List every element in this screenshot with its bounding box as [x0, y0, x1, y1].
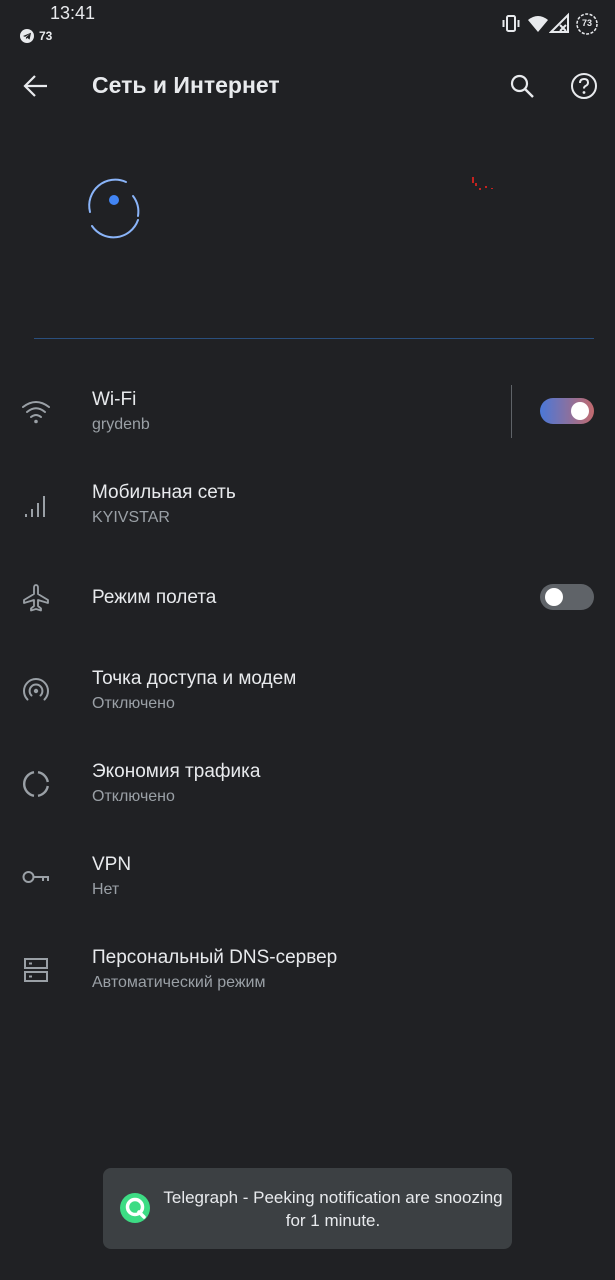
- setting-hotspot[interactable]: Точка доступа и модем Отключено: [0, 644, 615, 737]
- header-divider: [34, 338, 594, 339]
- setting-summary: Отключено: [92, 695, 175, 712]
- setting-summary: grydenb: [92, 416, 150, 433]
- toggle-thumb: [571, 402, 589, 420]
- status-icons: 73: [501, 12, 601, 36]
- setting-data-saver[interactable]: Экономия трафика Отключено: [0, 737, 615, 830]
- setting-title: Мобильная сеть: [92, 482, 236, 503]
- divider: [511, 385, 512, 438]
- page-title: Сеть и Интернет: [92, 72, 280, 98]
- loading-spinner-icon: [88, 177, 493, 239]
- back-arrow-icon: [23, 75, 47, 97]
- toggle-thumb: [545, 588, 563, 606]
- setting-wifi[interactable]: Wi-Fi grydenb: [0, 365, 615, 458]
- notification-count: 73: [39, 29, 53, 43]
- telegram-icon: [20, 29, 34, 43]
- search-button[interactable]: [498, 62, 546, 110]
- setting-mobile-network[interactable]: Мобильная сеть KYIVSTAR: [0, 458, 615, 551]
- toast-message: Telegraph - Peeking notification are sno…: [163, 1187, 503, 1230]
- vibrate-icon: [502, 15, 520, 32]
- wifi-icon: [528, 16, 548, 32]
- setting-title: VPN: [92, 854, 132, 875]
- back-button[interactable]: [12, 62, 60, 110]
- app-icon: [120, 1193, 150, 1223]
- battery-level: 73: [581, 18, 592, 28]
- data-saver-icon: [22, 770, 49, 797]
- setting-summary: KYIVSTAR: [92, 509, 170, 526]
- setting-title: Экономия трафика: [92, 761, 261, 782]
- airplane-icon: [23, 583, 49, 611]
- setting-private-dns[interactable]: Персональный DNS-сервер Автоматический р…: [0, 923, 615, 1016]
- setting-title: Точка доступа и модем: [92, 668, 297, 689]
- wifi-icon: [22, 400, 50, 423]
- toolbar: Сеть и Интернет: [0, 52, 615, 120]
- status-bar: 13:41 73 73: [0, 0, 615, 52]
- setting-title: Режим полета: [92, 586, 217, 608]
- hotspot-icon: [23, 677, 49, 700]
- setting-summary: Автоматический режим: [92, 974, 266, 991]
- status-time: 13:41: [50, 3, 96, 23]
- setting-summary: Нет: [92, 881, 120, 898]
- settings-list: Wi-Fi grydenb Мобильная сеть KYIVSTAR Ре…: [0, 365, 615, 1016]
- search-icon: [510, 74, 534, 98]
- setting-title: Wi-Fi: [92, 389, 137, 410]
- header-illustration: [0, 120, 615, 340]
- wifi-toggle[interactable]: [540, 398, 594, 424]
- setting-airplane-mode[interactable]: Режим полета: [0, 551, 615, 644]
- setting-title: Персональный DNS-сервер: [92, 947, 338, 968]
- vpn-key-icon: [22, 870, 49, 883]
- toast: Telegraph - Peeking notification are sno…: [103, 1168, 512, 1249]
- cellular-signal-icon: [25, 495, 45, 517]
- setting-vpn[interactable]: VPN Нет: [0, 830, 615, 923]
- setting-summary: Отключено: [92, 788, 175, 805]
- help-button[interactable]: [560, 62, 608, 110]
- help-icon: [571, 73, 597, 99]
- no-signal-icon: [549, 12, 569, 33]
- airplane-mode-toggle[interactable]: [540, 584, 594, 610]
- dns-icon: [24, 957, 48, 982]
